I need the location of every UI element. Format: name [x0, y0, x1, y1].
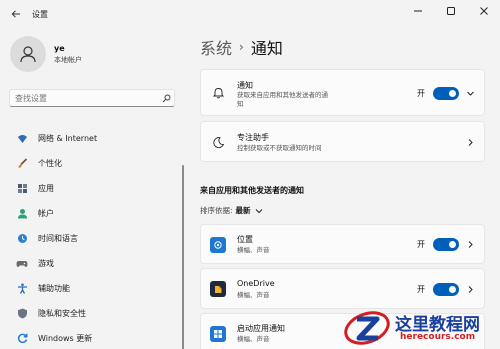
toggle-state-label: 开	[417, 89, 425, 98]
sidebar-item-windows-update[interactable]: Windows 更新	[10, 326, 178, 349]
minimize-button[interactable]	[401, 0, 434, 22]
card-subtitle: 获取来自应用和其他发送者的通	[237, 91, 328, 99]
accessibility-icon	[16, 283, 28, 295]
card-subtitle: 控制获取或不获取通知的时间	[237, 144, 322, 152]
main-content: 系统 › 通知 通知 获取来自应用和其他发送者的通 知 开 专注助手 控制获取或…	[200, 28, 500, 349]
app-name: 位置	[237, 235, 253, 244]
moon-icon	[210, 134, 226, 150]
minimize-icon	[413, 10, 422, 12]
sidebar: ye 本地帐户 网络 & Internet 个性化 应用	[0, 28, 190, 349]
person-icon	[16, 208, 28, 220]
watermark-logo	[344, 311, 390, 345]
close-icon	[479, 7, 488, 15]
back-arrow-icon	[11, 10, 20, 18]
globe-clock-icon	[16, 233, 28, 245]
window-controls	[401, 0, 500, 22]
app-detail: 横幅、声音	[237, 335, 270, 343]
avatar	[10, 36, 46, 72]
sidebar-item-accessibility[interactable]: 辅助功能	[10, 276, 178, 301]
chevron-down-icon[interactable]	[255, 207, 263, 215]
network-icon	[16, 133, 28, 145]
back-button[interactable]	[2, 0, 30, 28]
bell-icon	[210, 84, 226, 100]
card-title: 通知	[237, 81, 253, 90]
notifications-toggle[interactable]	[433, 87, 459, 100]
app-notification-row[interactable]: OneDrive 横幅、声音 开	[200, 268, 485, 309]
breadcrumb-parent[interactable]: 系统	[200, 35, 232, 59]
sidebar-item-label: 游戏	[38, 259, 54, 268]
sidebar-item-privacy-security[interactable]: 隐私和安全性	[10, 301, 178, 326]
watermark: 这里教程网 herecours.com	[340, 304, 500, 349]
breadcrumb: 系统 › 通知	[200, 35, 283, 59]
sidebar-item-network[interactable]: 网络 & Internet	[10, 126, 178, 151]
user-name: ye	[54, 43, 65, 53]
sidebar-item-accounts[interactable]: 帐户	[10, 201, 178, 226]
sidebar-item-label: Windows 更新	[38, 334, 93, 343]
app-toggle[interactable]	[433, 238, 459, 251]
sort-label: 排序依据:	[200, 206, 233, 215]
user-profile[interactable]: ye 本地帐户	[10, 36, 82, 72]
sidebar-item-label: 网络 & Internet	[38, 134, 98, 143]
sidebar-item-personalization[interactable]: 个性化	[10, 151, 178, 176]
search-icon[interactable]	[158, 94, 174, 103]
sidebar-item-label: 时间和语言	[38, 234, 78, 243]
maximize-icon	[446, 7, 455, 15]
search-box[interactable]	[9, 89, 175, 107]
focus-assist-card[interactable]: 专注助手 控制获取或不获取通知的时间	[200, 121, 485, 162]
sidebar-item-label: 辅助功能	[38, 284, 70, 293]
app-notification-row[interactable]: 位置 横幅、声音 开	[200, 224, 485, 264]
app-name: 启动应用通知	[237, 324, 285, 333]
sort-value[interactable]: 最新	[236, 205, 251, 216]
sidebar-item-gaming[interactable]: 游戏	[10, 251, 178, 276]
startup-apps-icon	[210, 326, 226, 342]
card-title: 专注助手	[237, 133, 269, 142]
close-button[interactable]	[467, 0, 500, 22]
location-icon	[210, 237, 226, 253]
toggle-state-label: 开	[417, 285, 425, 294]
chevron-right-icon[interactable]	[465, 284, 475, 294]
app-toggle[interactable]	[433, 283, 459, 296]
search-input[interactable]	[10, 93, 158, 103]
app-title: 设置	[32, 9, 48, 19]
brush-icon	[16, 158, 28, 170]
app-detail: 横幅、声音	[237, 246, 270, 254]
watermark-url: herecours.com	[400, 332, 476, 342]
chevron-right-icon[interactable]	[465, 137, 475, 147]
sidebar-item-label: 帐户	[38, 209, 54, 218]
chevron-right-icon[interactable]	[465, 239, 475, 249]
app-name: OneDrive	[237, 279, 275, 288]
user-icon	[20, 46, 36, 63]
sidebar-item-apps[interactable]: 应用	[10, 176, 178, 201]
app-detail: 横幅、声音	[237, 291, 270, 299]
breadcrumb-separator: ›	[239, 40, 244, 54]
title-bar: 设置	[0, 0, 500, 28]
section-title: 来自应用和其他发送者的通知	[200, 186, 304, 195]
sidebar-scrollbar[interactable]	[182, 165, 184, 349]
sidebar-item-label: 应用	[38, 184, 54, 193]
onedrive-icon	[210, 281, 226, 297]
sort-dropdown[interactable]: 排序依据: 最新	[200, 205, 263, 216]
card-subtitle-continued: 知	[237, 100, 244, 108]
shield-icon	[16, 308, 28, 320]
sidebar-item-label: 隐私和安全性	[38, 309, 86, 318]
gamepad-icon	[16, 258, 28, 270]
chevron-down-icon[interactable]	[465, 88, 475, 98]
page-title: 通知	[250, 39, 283, 58]
sidebar-nav: 网络 & Internet 个性化 应用 帐户 时间和语言 游戏 辅助功能 隐私…	[10, 126, 178, 349]
apps-icon	[16, 183, 28, 195]
update-icon	[16, 333, 28, 345]
maximize-button[interactable]	[434, 0, 467, 22]
toggle-state-label: 开	[417, 240, 425, 249]
account-type: 本地帐户	[54, 55, 82, 64]
notifications-card[interactable]: 通知 获取来自应用和其他发送者的通 知 开	[200, 69, 485, 116]
sidebar-item-time-language[interactable]: 时间和语言	[10, 226, 178, 251]
sidebar-item-label: 个性化	[38, 159, 62, 168]
